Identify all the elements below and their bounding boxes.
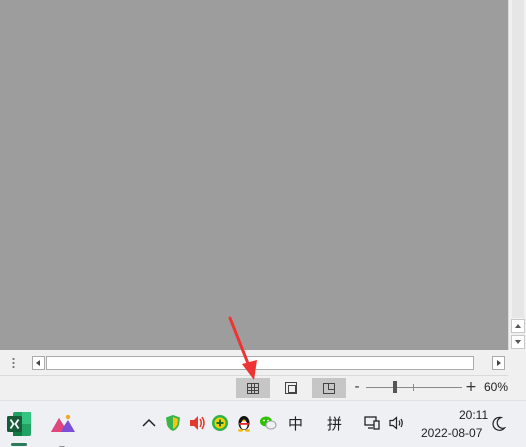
zoom-slider[interactable]: [366, 387, 462, 388]
arrow-down-icon: [515, 340, 521, 344]
clock-time[interactable]: 20:11: [459, 408, 488, 422]
chevron-up-icon: [142, 418, 156, 427]
taskbar-app-excel[interactable]: [4, 409, 34, 446]
wechat-icon: [260, 416, 277, 430]
show-hidden-icons-button[interactable]: [140, 414, 158, 432]
vertical-scroll-track[interactable]: [512, 0, 524, 318]
arrow-up-icon: [515, 324, 521, 328]
status-bar: - + 60%: [0, 377, 526, 399]
normal-view-button[interactable]: [236, 378, 270, 398]
taskbar-app-second[interactable]: [48, 409, 78, 447]
zoom-level-label[interactable]: 60%: [484, 380, 508, 394]
clock-date[interactable]: 2022-08-07: [421, 426, 482, 440]
zoom-slider-center-tick: [413, 384, 414, 391]
network-status[interactable]: [363, 414, 381, 432]
page-break-preview-button[interactable]: [312, 378, 346, 398]
notification-center-button[interactable]: [490, 415, 508, 433]
scroll-right-button[interactable]: [492, 356, 505, 370]
penguin-icon: [238, 416, 250, 432]
arrow-left-icon: [36, 360, 40, 366]
zoom-in-button[interactable]: +: [465, 379, 477, 395]
vertical-scrollbar[interactable]: [508, 0, 526, 350]
excel-icon: [7, 412, 31, 436]
shield-icon: [166, 415, 180, 431]
ime-input-mode[interactable]: 拼: [327, 413, 342, 434]
network-icon: [364, 416, 380, 430]
scroll-left-button[interactable]: [32, 356, 45, 370]
plus-circle-icon: [212, 415, 228, 431]
taskbar: 中 拼 20:11 2022-08-07: [0, 400, 526, 447]
tray-security-app[interactable]: [164, 414, 182, 432]
mountain-app-icon: [51, 414, 75, 432]
tray-qq[interactable]: [235, 414, 253, 432]
tray-accelerator-app[interactable]: [211, 414, 229, 432]
red-speaker-icon: [190, 416, 205, 430]
zoom-out-button[interactable]: -: [352, 379, 362, 395]
zoom-slider-thumb[interactable]: [392, 381, 397, 393]
tray-audio-app[interactable]: [188, 414, 206, 432]
sheet-tab-splitter-icon[interactable]: [12, 357, 15, 370]
scrollbar-corner: [508, 350, 526, 376]
scroll-up-button[interactable]: [511, 319, 525, 333]
ime-language-indicator[interactable]: 中: [288, 413, 303, 434]
page-layout-icon: [285, 382, 297, 394]
volume-icon: [389, 416, 403, 430]
grid-icon: [247, 382, 259, 394]
tray-wechat[interactable]: [259, 414, 277, 432]
page-break-icon: [323, 382, 335, 394]
volume-control[interactable]: [388, 414, 406, 432]
moon-icon: [492, 416, 506, 431]
horizontal-scroll-row: [0, 350, 526, 376]
worksheet-area[interactable]: [0, 0, 508, 350]
arrow-right-icon: [497, 360, 501, 366]
horizontal-scroll-thumb[interactable]: [46, 356, 474, 370]
active-app-indicator: [11, 443, 27, 446]
page-layout-view-button[interactable]: [274, 378, 308, 398]
scroll-down-button[interactable]: [511, 335, 525, 349]
